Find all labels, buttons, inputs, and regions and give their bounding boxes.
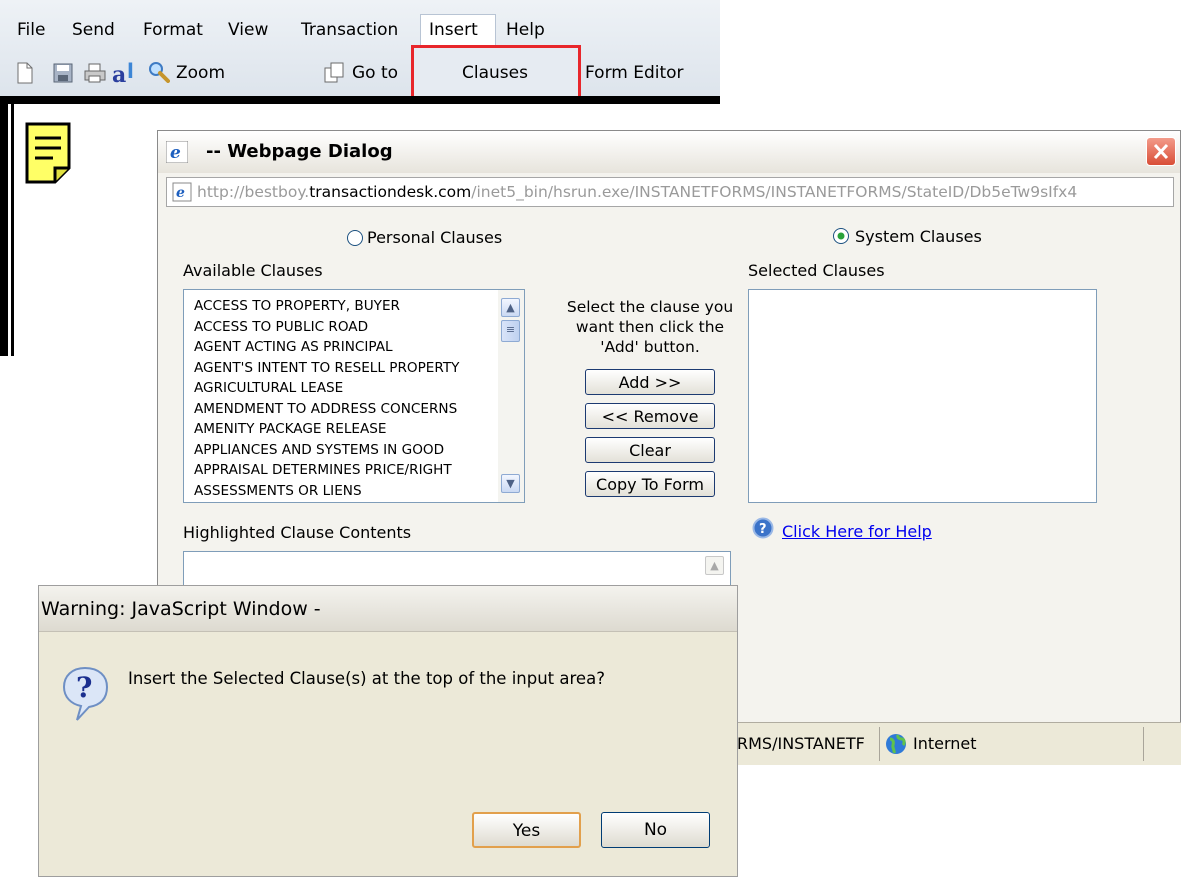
list-item[interactable]: ACCESS TO PROPERTY, BUYER	[194, 296, 498, 317]
close-button[interactable]	[1146, 137, 1176, 166]
note-icon[interactable]	[25, 122, 71, 184]
instructions-text: Select the clause you want then click th…	[555, 297, 745, 357]
list-scrollbar[interactable]: ▲ ≡ ▼	[498, 290, 524, 502]
list-item[interactable]: AMENDMENT TO ADDRESS CONCERNS	[194, 399, 498, 420]
list-item[interactable]: AMENITY PACKAGE RELEASE	[194, 419, 498, 440]
no-button[interactable]: No	[601, 812, 710, 848]
menu-format[interactable]: Format	[143, 19, 203, 41]
warning-dialog: Warning: JavaScript Window - ? Insert th…	[38, 585, 738, 877]
zoom-label[interactable]: Zoom	[176, 62, 225, 84]
instruction-line: want then click the	[575, 318, 725, 336]
status-bar: RMS/INSTANETF Internet	[735, 722, 1181, 765]
svg-text:a: a	[112, 62, 126, 86]
copy-to-form-button[interactable]: Copy To Form	[585, 471, 715, 497]
go-to-label[interactable]: Go to	[352, 62, 398, 84]
question-icon: ?	[62, 666, 109, 721]
available-clauses-list[interactable]: ACCESS TO PROPERTY, BUYER ACCESS TO PUBL…	[183, 289, 525, 503]
save-icon[interactable]	[53, 63, 73, 83]
instruction-line: 'Add' button.	[600, 338, 700, 356]
personal-clauses-radio[interactable]	[346, 229, 364, 247]
internet-zone-label: Internet	[913, 734, 977, 753]
menu-view[interactable]: View	[228, 19, 268, 41]
document-frame-inner	[11, 104, 14, 356]
list-item[interactable]: AGENT'S INTENT TO RESELL PROPERTY	[194, 358, 498, 379]
warning-titlebar: Warning: JavaScript Window -	[39, 586, 737, 632]
menu-insert[interactable]: Insert	[429, 19, 478, 41]
url-domain: transactiondesk.com	[309, 183, 472, 201]
scroll-up-icon[interactable]: ▲	[501, 298, 520, 317]
status-text: RMS/INSTANETF	[737, 734, 865, 753]
url-prefix: http://bestboy.	[197, 183, 310, 201]
svg-text:l: l	[127, 59, 134, 83]
available-clauses-label: Available Clauses	[183, 261, 323, 280]
menu-transaction[interactable]: Transaction	[301, 19, 398, 41]
url-text: http://bestboy.transactiondesk.com/inet5…	[197, 182, 1077, 202]
selected-clauses-list[interactable]	[748, 289, 1097, 503]
svg-text:e: e	[176, 185, 185, 201]
yes-button[interactable]: Yes	[472, 812, 581, 848]
url-bar: e http://bestboy.transactiondesk.com/ine…	[166, 177, 1174, 207]
status-divider	[879, 727, 880, 761]
close-icon	[1153, 143, 1169, 160]
personal-clauses-label: Personal Clauses	[367, 228, 503, 247]
form-editor-label[interactable]: Form Editor	[585, 62, 684, 84]
new-document-icon[interactable]	[16, 62, 34, 84]
help-link[interactable]: Click Here for Help	[782, 522, 932, 542]
clear-button[interactable]: Clear	[585, 437, 715, 463]
scroll-thumb[interactable]: ≡	[501, 320, 520, 342]
list-item[interactable]: AGRICULTURAL LEASE	[194, 378, 498, 399]
help-icon[interactable]: ?	[752, 517, 774, 539]
url-path: /inet5_bin/hsrun.exe/INSTANETFORMS/INSTA…	[471, 183, 1078, 201]
spell-check-icon[interactable]: al	[112, 58, 144, 86]
add-button[interactable]: Add >>	[585, 369, 715, 395]
selected-clauses-label: Selected Clauses	[748, 261, 885, 280]
svg-text:e: e	[170, 143, 181, 163]
warning-message: Insert the Selected Clause(s) at the top…	[128, 669, 605, 688]
list-item[interactable]: ACCESS TO PUBLIC ROAD	[194, 317, 498, 338]
warning-title: Warning: JavaScript Window -	[41, 598, 321, 620]
page-icon: e	[172, 182, 192, 202]
instruction-line: Select the clause you	[566, 298, 734, 316]
app-menubar: File Send Format View Transaction Insert…	[0, 0, 720, 99]
internet-globe-icon	[886, 734, 906, 754]
svg-text:?: ?	[76, 671, 92, 704]
dialog-titlebar: e -- Webpage Dialog	[158, 131, 1180, 173]
scroll-down-icon[interactable]: ▼	[501, 474, 520, 493]
document-frame-left	[0, 96, 8, 356]
list-item[interactable]: AGENT ACTING AS PRINCIPAL	[194, 337, 498, 358]
ie-logo-icon: e	[166, 141, 188, 163]
list-item[interactable]: APPLIANCES AND SYSTEMS IN GOOD	[194, 440, 498, 461]
go-to-icon[interactable]	[324, 62, 346, 84]
highlighted-clause-label: Highlighted Clause Contents	[183, 523, 412, 542]
zoom-icon[interactable]	[148, 61, 170, 83]
print-icon[interactable]	[84, 63, 106, 83]
dialog-title: -- Webpage Dialog	[206, 141, 393, 162]
system-clauses-radio[interactable]	[832, 227, 850, 245]
clauses-menu-item[interactable]: Clauses	[462, 62, 528, 84]
available-clauses-items: ACCESS TO PROPERTY, BUYER ACCESS TO PUBL…	[194, 296, 498, 501]
menu-help[interactable]: Help	[506, 19, 545, 41]
menu-send[interactable]: Send	[72, 19, 115, 41]
system-clauses-label: System Clauses	[855, 227, 982, 246]
list-item[interactable]: APPRAISAL DETERMINES PRICE/RIGHT	[194, 460, 498, 481]
svg-text:?: ?	[759, 522, 767, 537]
menu-file[interactable]: File	[17, 19, 45, 41]
document-frame-top	[0, 96, 720, 104]
list-item[interactable]: ASSESSMENTS OR LIENS	[194, 481, 498, 502]
scroll-up-icon[interactable]: ▲	[705, 556, 724, 575]
remove-button[interactable]: << Remove	[585, 403, 715, 429]
status-divider	[1143, 727, 1144, 761]
